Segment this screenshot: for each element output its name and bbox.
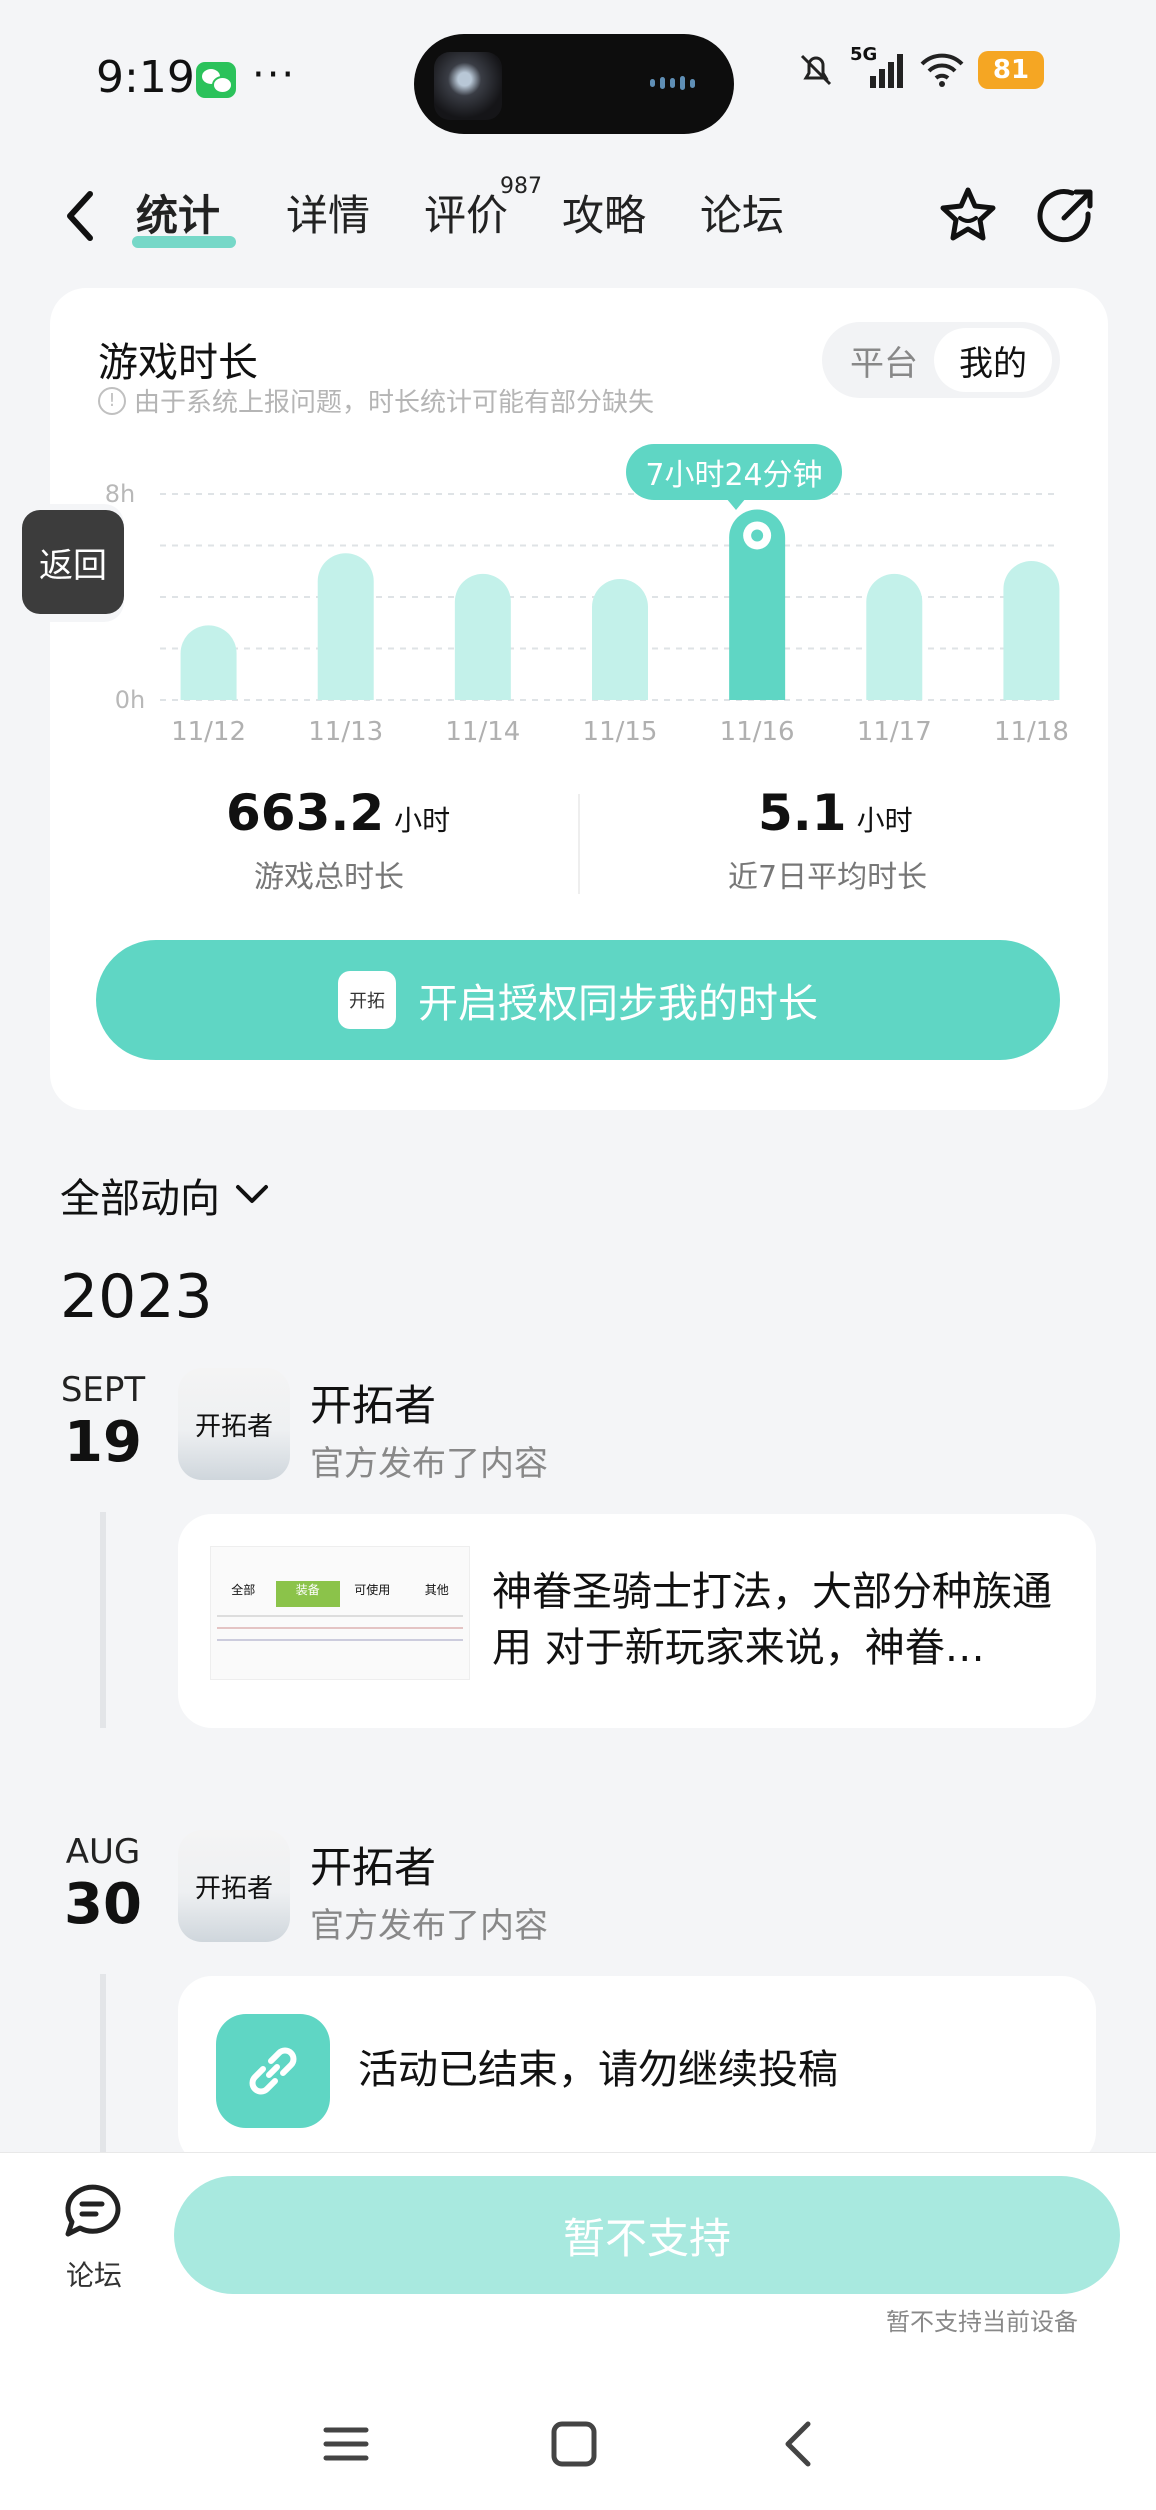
- tab-reviews[interactable]: 评价: [424, 182, 508, 243]
- game-logo-icon: 开拓: [338, 971, 396, 1029]
- avg-playtime-number: 5.1: [758, 784, 847, 842]
- home-icon[interactable]: [544, 2414, 604, 2474]
- chart-bar: [592, 578, 648, 700]
- thumb-line: [217, 1627, 463, 1629]
- toggle-mine[interactable]: 我的: [934, 328, 1052, 392]
- total-playtime-label: 游戏总时长: [254, 860, 404, 895]
- activity-filter-dropdown[interactable]: 全部动向: [60, 1166, 270, 1224]
- avg-playtime-label: 近7日平均时长: [728, 860, 928, 895]
- audio-wave-icon: [650, 76, 700, 90]
- x-tick-label: 11/18: [994, 717, 1069, 747]
- chart-bar: [1003, 560, 1060, 700]
- x-tick-label: 11/15: [583, 717, 658, 747]
- thumb-tab: 可使用: [354, 1583, 391, 1597]
- unsupported-button[interactable]: 暂不支持: [174, 2176, 1120, 2294]
- activity-filter-label: 全部动向: [60, 1176, 220, 1222]
- stat-divider: [578, 794, 580, 894]
- playtime-note-text: 由于系统上报问题，时长统计可能有部分缺失: [134, 388, 655, 418]
- mute-bell-icon: [800, 54, 832, 86]
- avg-playtime-value: 5.1 小时: [758, 784, 913, 842]
- entry-month: SEPT: [60, 1370, 146, 1410]
- tab-forum[interactable]: 论坛: [700, 182, 784, 243]
- timeline-line: [100, 1512, 106, 1728]
- floating-back-button[interactable]: 返回: [22, 510, 124, 614]
- chart-bar: [866, 573, 923, 700]
- post-text: 神眷圣骑士打法，大部分种族通用 对于新玩家来说，神眷…: [492, 1569, 1052, 1671]
- entry-month: AUG: [65, 1832, 141, 1872]
- playtime-note: ! 由于系统上报问题，时长统计可能有部分缺失: [98, 382, 654, 419]
- y-tick-label: 0h: [115, 686, 145, 714]
- battery-indicator: 81: [978, 51, 1044, 89]
- entry-action: 官方发布了内容: [310, 1444, 548, 1484]
- chevron-down-icon: [236, 1185, 268, 1203]
- thumbnail-tabs: 全部 装备 可使用 其他: [211, 1581, 469, 1607]
- more-notifications-indicator: ···: [252, 52, 297, 98]
- x-tick-label: 11/17: [857, 717, 932, 747]
- system-back-icon[interactable]: [770, 2414, 830, 2474]
- entry-day: 30: [64, 1872, 142, 1937]
- entry-author[interactable]: 开拓者: [310, 1834, 436, 1895]
- post-text: 活动已结束，请勿继续投稿: [358, 2047, 838, 2093]
- playtime-bar-chart: 0h8h11/12 11/13 11/14 11/15 11/16 11/17 11/18: [105, 480, 1069, 747]
- chart-bar: [317, 553, 374, 700]
- entry-author[interactable]: 开拓者: [310, 1372, 436, 1433]
- total-playtime-number: 663.2: [226, 784, 385, 842]
- bar-marker-dot: [751, 529, 764, 542]
- tab-stats[interactable]: 统计: [136, 182, 220, 243]
- info-icon: !: [98, 386, 126, 415]
- status-icons: 5G 81: [796, 44, 1044, 90]
- forum-label[interactable]: 论坛: [66, 2254, 122, 2294]
- publisher-avatar[interactable]: 开拓者: [178, 1830, 290, 1942]
- total-playtime-value: 663.2 小时: [226, 784, 450, 842]
- timeline-line: [100, 1974, 106, 2152]
- total-playtime-unit: 小时: [394, 804, 451, 837]
- x-tick-label: 11/14: [445, 717, 520, 747]
- tab-details[interactable]: 详情: [286, 182, 370, 243]
- wifi-icon: [920, 53, 964, 87]
- x-tick-label: 11/13: [308, 717, 383, 747]
- toggle-platform[interactable]: 平台: [830, 328, 938, 392]
- playtime-title: 游戏时长: [98, 340, 258, 386]
- now-playing-thumbnail: [434, 52, 502, 120]
- reviews-count-badge: 987: [500, 174, 542, 199]
- link-icon: [216, 2014, 330, 2128]
- forum-chat-icon[interactable]: [58, 2176, 128, 2246]
- recent-apps-icon[interactable]: [316, 2414, 376, 2474]
- publisher-avatar[interactable]: 开拓者: [178, 1368, 290, 1480]
- thumb-tab: 全部: [231, 1583, 256, 1597]
- chart-bar: [180, 625, 237, 700]
- sync-playtime-label: 开启授权同步我的时长: [418, 981, 818, 1027]
- signal-icon: 5G: [850, 44, 906, 90]
- highlighted-bar-tooltip: 7小时24分钟: [626, 444, 842, 510]
- avg-playtime-unit: 小时: [856, 804, 913, 837]
- entry-action: 官方发布了内容: [310, 1906, 548, 1946]
- wechat-notification-icon: [196, 62, 236, 98]
- unsupported-note: 暂不支持当前设备: [886, 2308, 1078, 2336]
- sync-playtime-button[interactable]: 开拓 开启授权同步我的时长: [96, 940, 1060, 1060]
- feed-year: 2023: [60, 1262, 213, 1332]
- share-icon[interactable]: [1034, 184, 1098, 248]
- post-thumbnail: 全部 装备 可使用 其他: [210, 1546, 470, 1680]
- status-time: 9:19: [96, 52, 195, 103]
- thumb-tab: 装备: [275, 1581, 340, 1607]
- entry-day: 19: [64, 1410, 142, 1475]
- thumb-line: [217, 1639, 463, 1641]
- tab-guides[interactable]: 攻略: [562, 182, 646, 243]
- thumb-tab: 其他: [424, 1583, 449, 1597]
- x-tick-label: 11/12: [171, 717, 246, 747]
- favorite-star-icon[interactable]: [936, 184, 1000, 248]
- back-arrow-icon[interactable]: [60, 188, 100, 244]
- x-tick-label: 11/16: [720, 717, 795, 747]
- thumb-line: [217, 1615, 463, 1617]
- chart-bar: [454, 573, 511, 700]
